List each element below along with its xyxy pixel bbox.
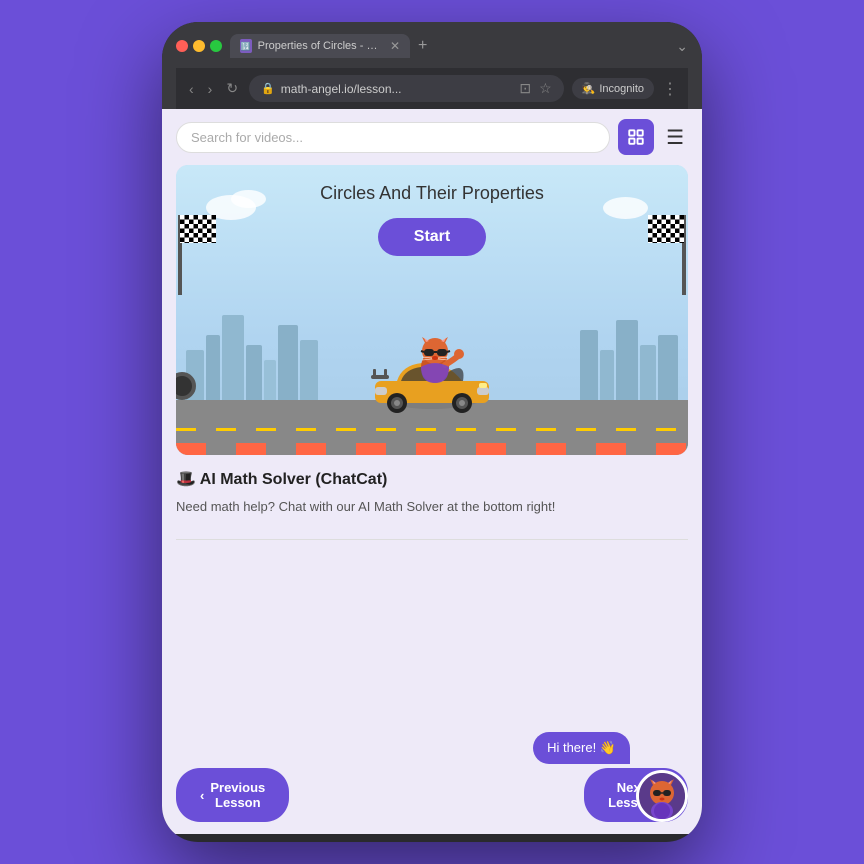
building-11 bbox=[640, 345, 656, 405]
close-light[interactable] bbox=[176, 40, 188, 52]
phone-frame: 🔢 Properties of Circles - Diame... ✕ + ⌄… bbox=[162, 22, 702, 842]
hero-title: Circles And Their Properties bbox=[320, 183, 544, 204]
incognito-label: Incognito bbox=[599, 83, 644, 95]
cast-icon[interactable]: ⊡ bbox=[519, 80, 531, 97]
cloud-right bbox=[603, 197, 648, 219]
tab-bar: 🔢 Properties of Circles - Diame... ✕ + ⌄ bbox=[230, 34, 688, 58]
tab-label: Properties of Circles - Diame... bbox=[258, 40, 382, 52]
divider bbox=[176, 539, 688, 540]
chat-bubble: Hi there! 👋 bbox=[533, 732, 630, 764]
building-9 bbox=[600, 350, 614, 405]
url-text: math-angel.io/lesson... bbox=[281, 82, 514, 96]
new-tab-icon[interactable]: + bbox=[414, 37, 431, 55]
nav-buttons-row: ‹ PreviousLesson NextLesson › bbox=[176, 768, 688, 822]
track-stripe bbox=[176, 443, 688, 455]
building-12 bbox=[658, 335, 678, 405]
checkered-flag-left bbox=[180, 215, 216, 243]
chat-avatar-svg bbox=[639, 773, 685, 819]
checkered-flag-right bbox=[648, 215, 684, 243]
page-content: Search for videos... ☰ Circles And Their… bbox=[162, 109, 702, 834]
search-input[interactable]: Search for videos... bbox=[191, 130, 595, 145]
forward-button[interactable]: › bbox=[205, 79, 216, 99]
incognito-badge: 🕵️ Incognito bbox=[572, 78, 654, 99]
building-4 bbox=[246, 345, 262, 405]
minimize-light[interactable] bbox=[193, 40, 205, 52]
prev-arrow-icon: ‹ bbox=[200, 788, 204, 803]
hamburger-icon[interactable]: ☰ bbox=[662, 121, 688, 154]
search-bar-row: Search for videos... ☰ bbox=[162, 109, 702, 165]
chat-avatar-button[interactable] bbox=[636, 770, 688, 822]
tab-expand-icon[interactable]: ⌄ bbox=[676, 38, 688, 55]
browser-chrome: 🔢 Properties of Circles - Diame... ✕ + ⌄… bbox=[162, 22, 702, 109]
browser-menu-icon[interactable]: ⋮ bbox=[662, 79, 678, 99]
hero-banner: Circles And Their Properties Start bbox=[176, 165, 688, 455]
back-button[interactable]: ‹ bbox=[186, 79, 197, 99]
ai-section-description: Need math help? Chat with our AI Math So… bbox=[176, 497, 688, 517]
cloud-left-2 bbox=[231, 190, 266, 208]
car-svg bbox=[367, 337, 497, 417]
maximize-light[interactable] bbox=[210, 40, 222, 52]
previous-lesson-button[interactable]: ‹ PreviousLesson bbox=[176, 768, 289, 822]
car-character bbox=[367, 337, 497, 437]
flag-left bbox=[176, 215, 220, 295]
search-icon-button[interactable] bbox=[618, 119, 654, 155]
prev-label: PreviousLesson bbox=[210, 780, 265, 810]
incognito-icon: 🕵️ bbox=[582, 82, 596, 95]
building-10 bbox=[616, 320, 638, 405]
building-5 bbox=[264, 360, 276, 405]
traffic-lights bbox=[176, 40, 222, 52]
address-actions: ⊡ ☆ bbox=[519, 80, 551, 97]
building-8 bbox=[580, 330, 598, 405]
star-icon[interactable]: ☆ bbox=[539, 80, 552, 97]
hero-sky: Circles And Their Properties Start bbox=[176, 165, 688, 455]
content-section: 🎩 AI Math Solver (ChatCat) Need math hel… bbox=[162, 455, 702, 539]
active-tab[interactable]: 🔢 Properties of Circles - Diame... ✕ bbox=[230, 34, 410, 58]
start-button[interactable]: Start bbox=[378, 218, 486, 256]
tab-close-icon[interactable]: ✕ bbox=[390, 39, 400, 53]
lock-icon: 🔒 bbox=[261, 82, 275, 95]
browser-top-bar: 🔢 Properties of Circles - Diame... ✕ + ⌄ bbox=[176, 34, 688, 58]
building-3 bbox=[222, 315, 244, 405]
reload-button[interactable]: ↻ bbox=[223, 78, 241, 99]
address-pill[interactable]: 🔒 math-angel.io/lesson... ⊡ ☆ bbox=[249, 75, 564, 102]
search-input-wrapper[interactable]: Search for videos... bbox=[176, 122, 610, 153]
tab-favicon: 🔢 bbox=[240, 39, 252, 53]
building-2 bbox=[206, 335, 220, 405]
address-bar: ‹ › ↻ 🔒 math-angel.io/lesson... ⊡ ☆ 🕵️ I… bbox=[176, 68, 688, 109]
building-6 bbox=[278, 325, 298, 405]
ai-section-title: 🎩 AI Math Solver (ChatCat) bbox=[176, 469, 688, 489]
building-7 bbox=[300, 340, 318, 405]
flag-right bbox=[644, 215, 688, 295]
